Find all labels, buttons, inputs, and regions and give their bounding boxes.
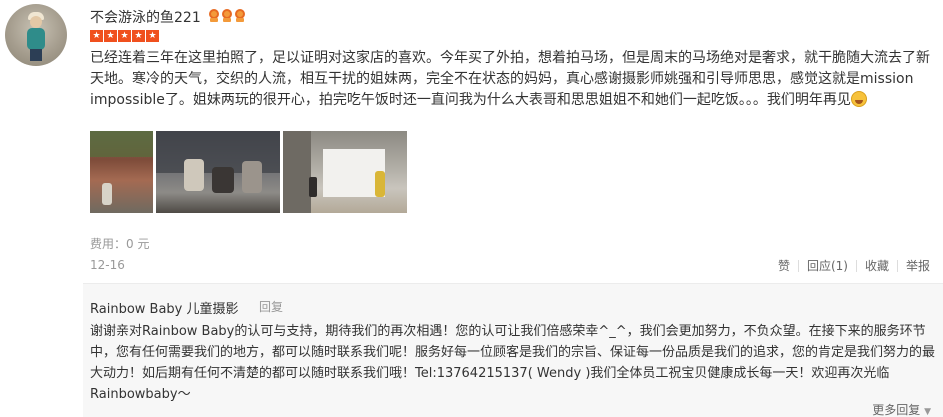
reply-label: 回复 [259,300,284,314]
crown-badge-icon [208,8,220,23]
action-divider [855,259,857,272]
reply-author[interactable]: Rainbow Baby 儿童摄影 [90,298,239,317]
review-date: 12-16 [90,258,125,272]
crown-badge-icon [221,8,233,23]
chevron-down-icon: ▼ [924,407,931,417]
star-icon: ★ [118,30,131,42]
crown-badge-icon [234,8,246,23]
reply-button[interactable]: 回应(1) [807,257,848,274]
review-body: 已经连着三年在这里拍照了，足以证明对这家店的喜欢。今年买了外拍，想着拍马场，但是… [90,48,935,111]
review-cost: 费用：0 元 [90,237,150,251]
review-photo-1[interactable] [90,131,153,213]
user-avatar[interactable] [5,4,67,66]
review-username[interactable]: 不会游泳的鱼221 [90,7,201,27]
grin-emoji-icon [850,91,867,107]
like-button[interactable]: 赞 [778,257,790,274]
reply-text: 谢谢亲对Rainbow Baby的认可与支持，期待我们的再次相遇！您的认可让我们… [90,324,936,402]
review-photo-3[interactable] [283,131,407,213]
user-level-badges [208,8,246,23]
star-icon: ★ [146,30,159,42]
star-icon: ★ [90,30,103,42]
favorite-button[interactable]: 收藏 [865,257,889,274]
action-divider [797,259,799,272]
action-divider [896,259,898,272]
more-replies-label: 更多回复 [872,403,921,417]
avatar-figure-head [30,16,42,28]
avatar-figure-legs [30,49,42,61]
more-replies-link[interactable]: 更多回复 ▼ [872,401,931,417]
review-photo-2[interactable] [156,131,280,213]
avatar-figure-body [27,28,45,50]
review-text: 已经连着三年在这里拍照了，足以证明对这家店的喜欢。今年买了外拍，想着拍马场，但是… [90,50,930,108]
rating-stars: ★ ★ ★ ★ ★ [90,30,159,42]
merchant-reply: Rainbow Baby 儿童摄影 回复 谢谢亲对Rainbow Baby的认可… [83,283,943,417]
review-actions: 赞 回应(1) 收藏 举报 [778,257,930,274]
report-button[interactable]: 举报 [906,257,930,274]
star-icon: ★ [132,30,145,42]
review-photos [90,131,407,213]
star-icon: ★ [104,30,117,42]
